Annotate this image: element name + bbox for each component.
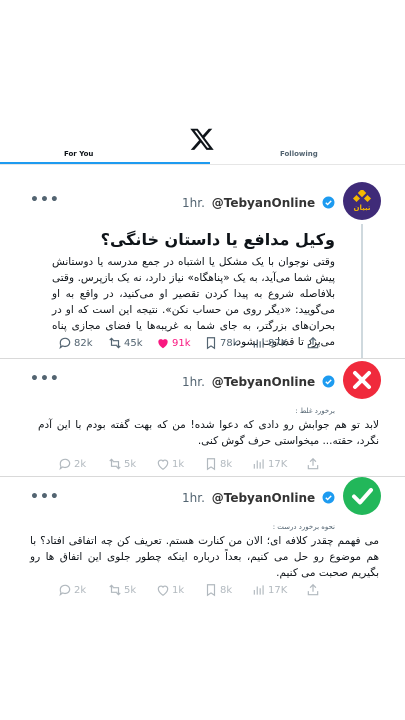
bookmark-icon [206,337,216,350]
reply-icon [59,337,71,350]
like-button[interactable]: 1k [156,583,184,597]
tweet-time: 1hr. [182,196,205,210]
avatar[interactable]: تبیان [343,182,381,220]
share-icon [307,457,319,470]
tweet-time: 1hr. [182,491,205,505]
tweet-time: 1hr. [182,375,205,389]
views-count: 17K [268,458,288,470]
repost-button[interactable]: 5k [108,583,136,597]
share-button[interactable] [306,583,320,597]
tweet-actions: 2k 5k 1k 8k 17K [58,457,328,473]
like-count: 91k [172,337,191,349]
views-button[interactable]: 17K [252,583,287,597]
like-count: 1k [172,584,185,596]
tweet-handle[interactable]: @TebyanOnline [212,491,315,505]
views-button[interactable]: 17K [252,457,287,471]
more-icon[interactable]: ••• [30,489,60,505]
tab-for-you[interactable]: For You [64,150,93,158]
reply-count: 2k [74,584,87,596]
verified-badge-icon [322,196,335,209]
like-button[interactable]: 91k [156,336,191,350]
repost-button[interactable]: 45k [108,336,143,350]
tweet-body: می فهمم چقدر کلافه ای؛ الان من کنارت هست… [30,535,379,579]
repost-button[interactable]: 5k [108,457,136,471]
wrong-label: برخورد غلط : [295,407,335,415]
reply-count: 82k [74,337,93,349]
check-icon [352,488,373,505]
repost-count: 5k [124,584,137,596]
bookmark-count: 78k [220,337,239,349]
tweet-header: 1hr. @TebyanOnline [182,375,335,389]
brand-mark-icon [352,190,372,203]
avatar-check [343,477,381,515]
tweet-title: وکیل مدافع یا داستان خانگی؟ [100,230,335,249]
bookmark-count: 8k [220,584,233,596]
avatar-brand: تبیان [353,204,371,212]
tweet-handle[interactable]: @TebyanOnline [212,375,315,389]
header-divider [0,164,405,165]
bookmark-icon [206,584,216,597]
tweet-actions: 82k 45k 91k 78k 87K [58,336,328,352]
avatar-cross [343,361,381,399]
cross-icon [353,371,371,389]
reply-button[interactable]: 2k [58,583,86,597]
top-bar: For You Following [0,0,405,168]
tweet-body: لابد تو هم جوابش رو دادی که دعوا شده! من… [38,419,379,447]
share-icon [307,583,319,596]
views-button[interactable]: 87K [252,336,287,350]
views-icon [253,459,264,469]
reply-button[interactable]: 2k [58,457,86,471]
more-icon[interactable]: ••• [30,192,60,208]
bookmark-button[interactable]: 8k [204,457,232,471]
tweet-right-response[interactable]: ••• 1hr. @TebyanOnline نحوه برخورد درست … [0,476,405,604]
views-icon [253,338,264,348]
views-count: 17K [268,584,288,596]
reply-button[interactable]: 82k [58,336,93,350]
verified-badge-icon [322,375,335,388]
heart-icon [157,585,169,596]
tweet-header: 1hr. @TebyanOnline [182,491,335,505]
tweet-main[interactable]: ••• 1hr. @TebyanOnline تبیان وکیل مدافع … [0,178,405,358]
tab-following[interactable]: Following [280,150,318,158]
repost-icon [109,337,121,349]
share-button[interactable] [306,457,320,471]
tweet-handle[interactable]: @TebyanOnline [212,196,315,210]
thread-line [361,224,363,358]
reply-icon [59,584,71,597]
heart-icon [157,459,169,470]
views-icon [253,585,264,595]
like-button[interactable]: 1k [156,457,184,471]
repost-count: 5k [124,458,137,470]
bookmark-icon [206,458,216,471]
more-icon[interactable]: ••• [30,371,60,387]
repost-icon [109,458,121,470]
verified-badge-icon [322,491,335,504]
repost-count: 45k [124,337,143,349]
share-button[interactable] [306,336,320,350]
bookmark-count: 8k [220,458,233,470]
reply-count: 2k [74,458,87,470]
right-label: نحوه برخورد درست : [272,523,335,531]
like-count: 1k [172,458,185,470]
tweet-actions: 2k 5k 1k 8k 17K [58,583,328,599]
tweet-header: 1hr. @TebyanOnline [182,196,335,210]
share-icon [307,336,319,349]
repost-icon [109,584,121,596]
views-count: 87K [268,337,288,349]
reply-icon [59,458,71,471]
bookmark-button[interactable]: 78k [204,336,239,350]
heart-icon [158,339,168,349]
tweet-wrong-response[interactable]: ••• 1hr. @TebyanOnline برخورد غلط : لابد… [0,358,405,476]
bookmark-button[interactable]: 8k [204,583,232,597]
